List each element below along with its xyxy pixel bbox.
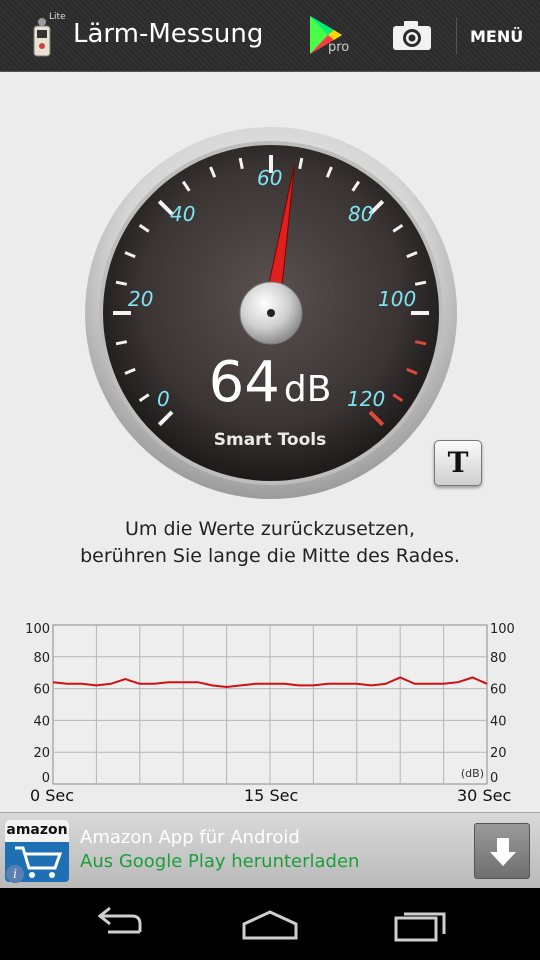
menu-button[interactable]: MENÜ xyxy=(470,27,523,46)
camera-icon xyxy=(393,21,431,50)
graph-x-label-start: 0 Sec xyxy=(30,786,75,805)
gauge-tick xyxy=(238,157,244,170)
graph-y-tick-left: 80 xyxy=(33,651,50,666)
graph-y-tick-right: 40 xyxy=(490,714,507,729)
db-unit: dB xyxy=(283,369,332,410)
history-graph: 0 0 20 20 40 40 60 60 80 80 100 100 (dB) xyxy=(26,622,515,786)
gauge-tick-label-60: 60 xyxy=(257,166,283,190)
gauge-tick xyxy=(414,340,427,346)
graph-x-label-end: 30 Sec xyxy=(457,786,512,805)
graph-y-tick-left: 20 xyxy=(33,746,50,761)
system-nav-bar xyxy=(0,888,540,960)
gauge-tick-label-40: 40 xyxy=(170,202,196,226)
graph-y-tick-right: 100 xyxy=(490,622,515,637)
ad-banner[interactable]: amazon i Amazon App für Android Aus Goog… xyxy=(0,812,540,888)
theme-toggle-button[interactable]: T xyxy=(434,440,482,486)
ad-download-button[interactable] xyxy=(474,823,530,879)
app-title: Lärm-Messung xyxy=(73,19,264,49)
home-icon[interactable] xyxy=(240,904,300,944)
action-bar-divider xyxy=(456,18,457,54)
graph-y-tick-left: 40 xyxy=(33,714,50,729)
graph-y-tick-left: 60 xyxy=(33,683,50,698)
gauge-hub-center xyxy=(267,309,275,317)
graph-y-tick-right: 80 xyxy=(490,651,507,666)
reset-hint-line-1: Um die Werte zurückzusetzen, xyxy=(125,518,415,540)
reset-hint: Um die Werte zurückzusetzen, berühren Si… xyxy=(0,516,540,570)
lite-badge: Lite xyxy=(49,12,66,22)
graph-y-tick-right: 60 xyxy=(490,683,507,698)
graph-y-tick-right: 20 xyxy=(490,746,507,761)
back-icon[interactable] xyxy=(90,904,150,944)
recent-apps-icon[interactable] xyxy=(392,904,452,944)
graph-unit-label: (dB) xyxy=(461,767,484,780)
db-readout: 64 dB xyxy=(0,350,540,415)
ad-title: Amazon App für Android xyxy=(80,827,300,848)
reset-hint-line-2: berühren Sie lange die Mitte des Rades. xyxy=(80,545,460,567)
ad-subtitle: Aus Google Play herunterladen xyxy=(80,851,360,872)
graph-y-tick-left: 0 xyxy=(42,771,50,786)
db-value: 64 xyxy=(208,350,280,415)
gauge-tick-label-100: 100 xyxy=(378,287,417,311)
gauge-tick xyxy=(115,280,128,286)
gauge-tick-label-80: 80 xyxy=(348,202,374,226)
camera-button[interactable] xyxy=(388,14,436,58)
action-bar: Lite Lärm-Messung pro MENÜ xyxy=(0,0,540,72)
pro-label: pro xyxy=(328,40,350,55)
ad-info-icon[interactable]: i xyxy=(6,865,24,883)
gauge-tick-label-20: 20 xyxy=(128,287,154,311)
gauge-tick xyxy=(115,340,128,346)
graph-y-tick-right: 0 xyxy=(490,771,498,786)
gauge-tick xyxy=(414,280,427,286)
graph-x-label-mid: 15 Sec xyxy=(244,786,299,805)
amazon-logo-text: amazon xyxy=(5,820,69,842)
download-arrow-icon xyxy=(490,838,516,866)
gauge-tick xyxy=(298,157,304,170)
graph-y-tick-left: 100 xyxy=(26,622,50,637)
